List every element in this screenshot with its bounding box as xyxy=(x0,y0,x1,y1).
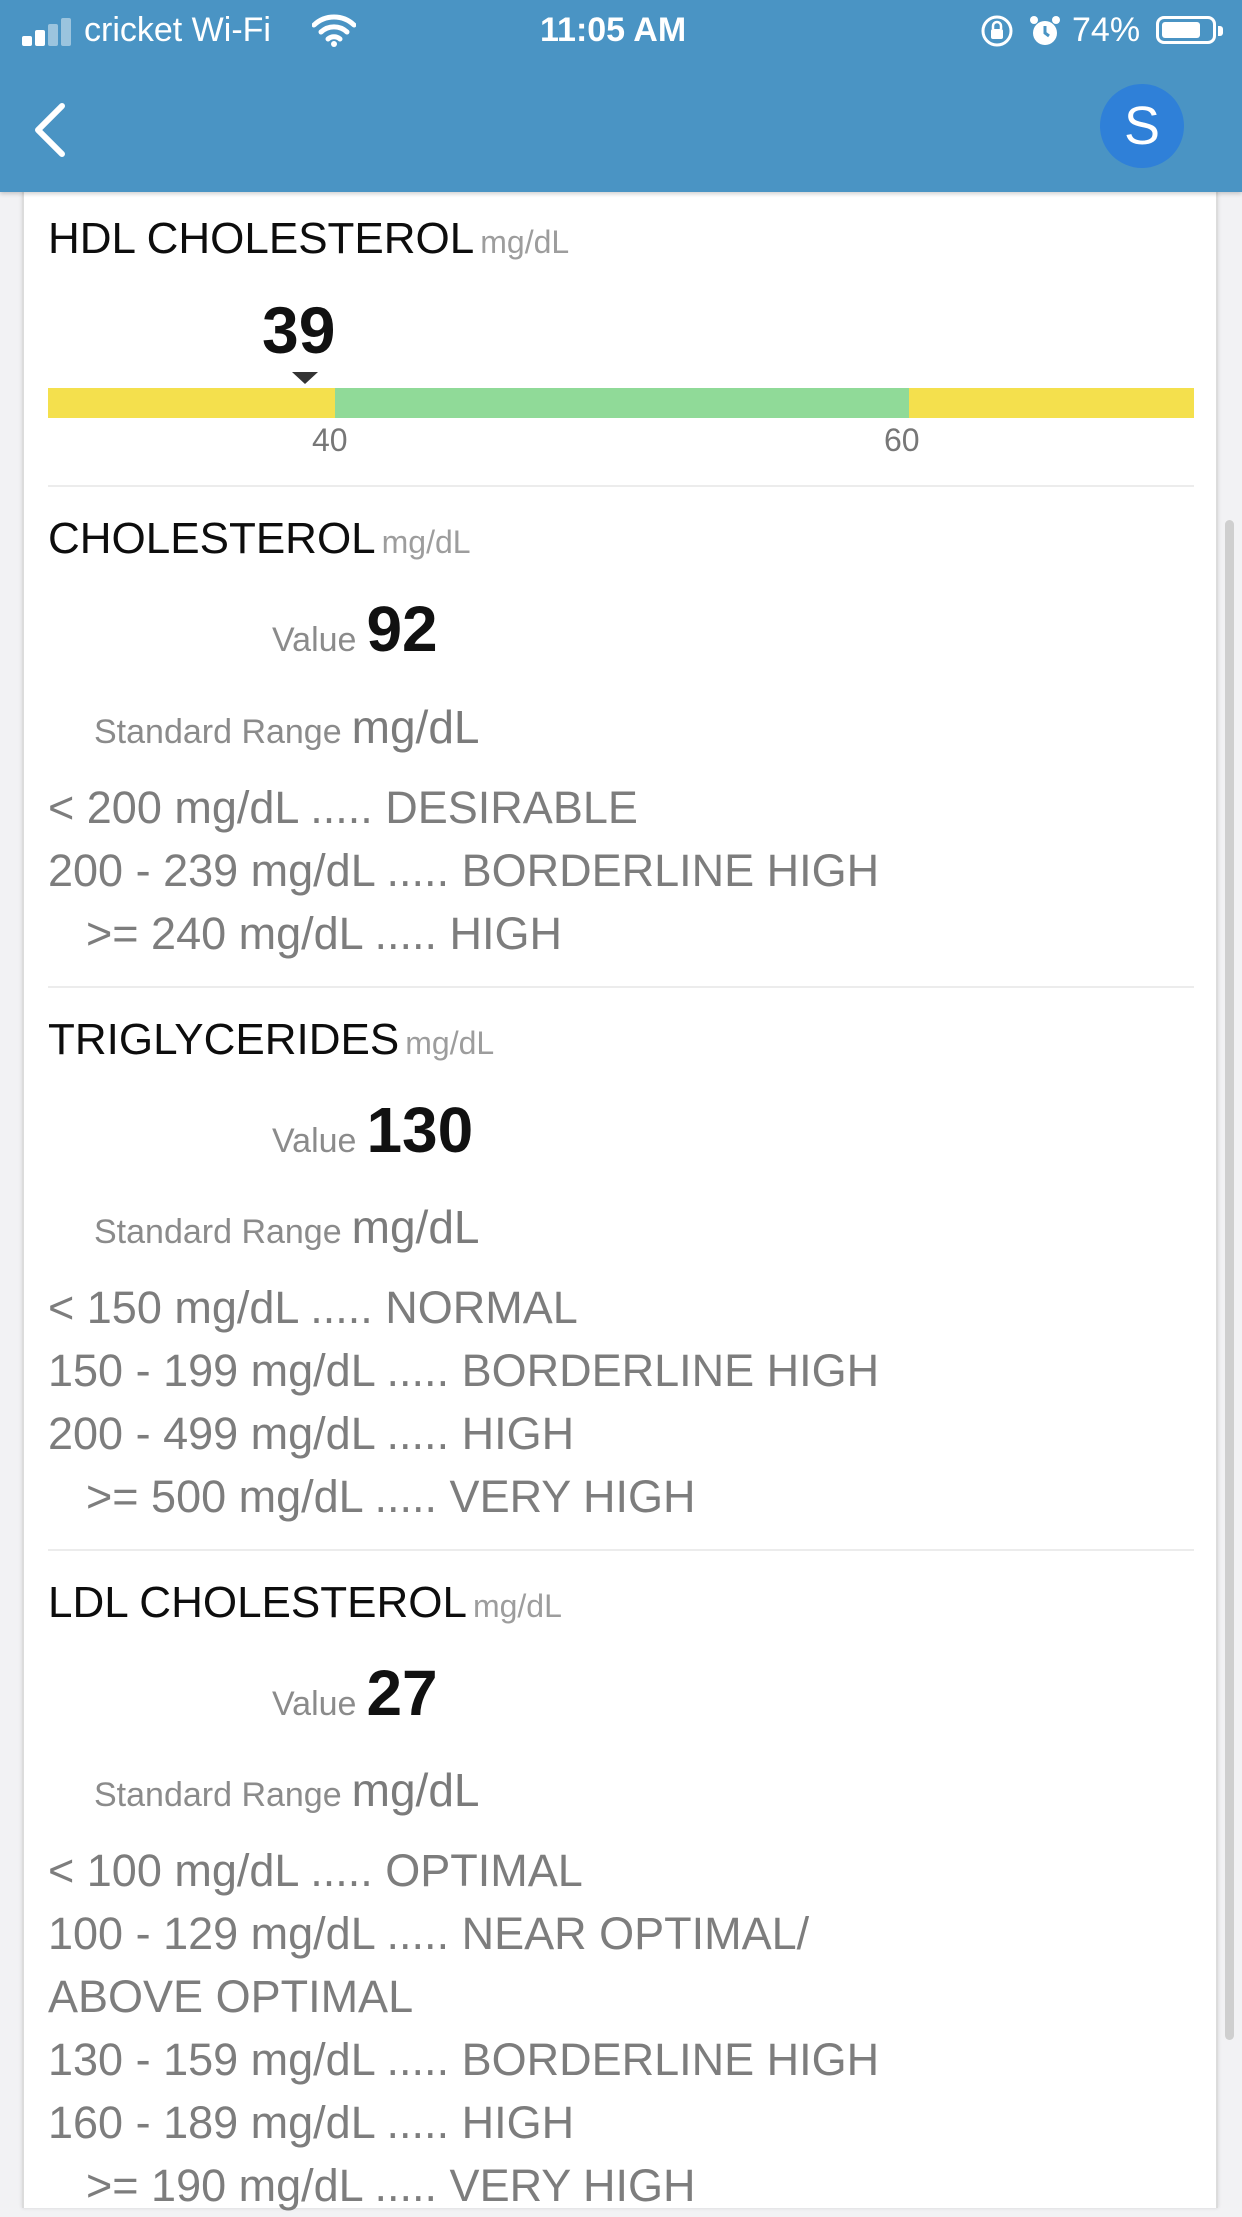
value-label: Value xyxy=(272,1685,357,1723)
standard-range-unit: mg/dL xyxy=(351,1201,480,1253)
status-time: 11:05 AM xyxy=(540,11,687,49)
range-item: 150 - 199 mg/dL ..... BORDERLINE HIGH xyxy=(48,1345,880,1396)
cholesterol-value-row: Value 92 xyxy=(272,592,438,666)
range-item: ABOVE OPTIMAL xyxy=(48,1971,414,2022)
avatar[interactable]: S xyxy=(1100,84,1184,168)
range-item: 160 - 189 mg/dL ..... HIGH xyxy=(48,2097,575,2148)
triglycerides-range-row: Standard Range mg/dL xyxy=(94,1200,480,1254)
standard-range-label: Standard Range xyxy=(94,713,342,751)
value-label: Value xyxy=(272,621,357,659)
cholesterol-range-row: Standard Range mg/dL xyxy=(94,700,480,754)
rotation-lock-icon xyxy=(981,15,1013,47)
header-bar: cricket Wi-Fi 11:05 AM 74% S xyxy=(0,0,1242,192)
carrier-name: cricket Wi-Fi xyxy=(84,11,271,49)
ldl-value-row: Value 27 xyxy=(272,1656,438,1730)
hdl-unit: mg/dL xyxy=(480,224,570,260)
value-label: Value xyxy=(272,1122,357,1160)
ldl-unit: mg/dL xyxy=(472,1588,562,1624)
ldl-range-list: < 100 mg/dL ..... OPTIMAL 100 - 129 mg/d… xyxy=(48,1839,879,2217)
range-item: 200 - 239 mg/dL ..... BORDERLINE HIGH xyxy=(48,845,880,896)
triglycerides-title: TRIGLYCERIDES xyxy=(48,1015,400,1064)
cholesterol-title: CHOLESTEROL xyxy=(48,514,376,563)
triglycerides-value: 130 xyxy=(366,1094,474,1166)
gauge-low-segment xyxy=(48,388,335,418)
range-item: >= 500 mg/dL ..... VERY HIGH xyxy=(86,1471,696,1522)
range-item: < 200 mg/dL ..... DESIRABLE xyxy=(48,782,638,833)
triglycerides-range-list: < 150 mg/dL ..... NORMAL 150 - 199 mg/dL… xyxy=(48,1276,879,1528)
scrollbar[interactable] xyxy=(1225,520,1234,2040)
cholesterol-value: 92 xyxy=(366,593,438,665)
gauge-tick-low: 40 xyxy=(312,422,348,458)
triglycerides-value-row: Value 130 xyxy=(272,1093,473,1167)
gauge-marker-icon xyxy=(292,372,318,384)
standard-range-label: Standard Range xyxy=(94,1213,342,1251)
ldl-title: LDL CHOLESTEROL xyxy=(48,1578,467,1627)
hdl-value: 39 xyxy=(262,293,336,367)
standard-range-label: Standard Range xyxy=(94,1776,342,1814)
hdl-gauge-bar xyxy=(48,388,1194,418)
divider xyxy=(48,485,1194,487)
range-item: >= 240 mg/dL ..... HIGH xyxy=(86,908,563,959)
standard-range-unit: mg/dL xyxy=(351,1764,480,1816)
cholesterol-section: CHOLESTEROL mg/dL xyxy=(48,514,1194,564)
cellular-signal-icon xyxy=(22,16,74,46)
avatar-letter: S xyxy=(1123,96,1161,156)
range-item: 100 - 129 mg/dL ..... NEAR OPTIMAL/ xyxy=(48,1908,810,1959)
range-item: < 150 mg/dL ..... NORMAL xyxy=(48,1282,578,1333)
ldl-section: LDL CHOLESTEROL mg/dL xyxy=(48,1578,1194,1628)
triglycerides-unit: mg/dL xyxy=(405,1025,495,1061)
ldl-value: 27 xyxy=(366,1657,438,1729)
hdl-section: HDL CHOLESTEROL mg/dL xyxy=(48,214,1194,264)
divider xyxy=(48,1549,1194,1551)
standard-range-unit: mg/dL xyxy=(351,701,480,753)
gauge-normal-segment xyxy=(335,388,909,418)
triglycerides-section: TRIGLYCERIDES mg/dL xyxy=(48,1015,1194,1065)
wifi-icon xyxy=(312,14,356,47)
ldl-range-row: Standard Range mg/dL xyxy=(94,1763,480,1817)
cholesterol-unit: mg/dL xyxy=(381,524,471,560)
cholesterol-range-list: < 200 mg/dL ..... DESIRABLE 200 - 239 mg… xyxy=(48,776,879,965)
range-item: 200 - 499 mg/dL ..... HIGH xyxy=(48,1408,575,1459)
range-item: 130 - 159 mg/dL ..... BORDERLINE HIGH xyxy=(48,2034,880,2085)
hdl-title: HDL CHOLESTEROL xyxy=(48,214,475,263)
back-button[interactable] xyxy=(26,100,76,160)
battery-percent: 74% xyxy=(1072,11,1141,49)
battery-icon xyxy=(1156,16,1223,44)
gauge-high-segment xyxy=(909,388,1194,418)
range-item: < 100 mg/dL ..... OPTIMAL xyxy=(48,1845,583,1896)
gauge-tick-high: 60 xyxy=(884,422,920,458)
divider xyxy=(48,986,1194,988)
status-bar: cricket Wi-Fi 11:05 AM 74% xyxy=(0,0,1242,62)
alarm-icon xyxy=(1030,16,1060,45)
